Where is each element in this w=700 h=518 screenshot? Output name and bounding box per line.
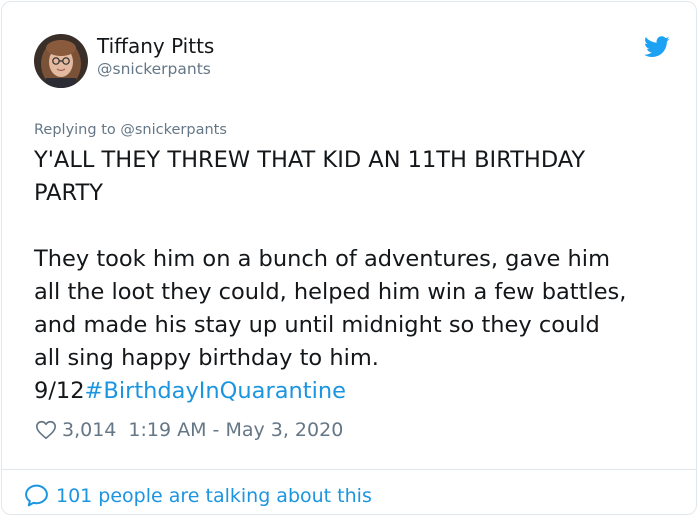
author-name[interactable]: Tiffany Pitts: [97, 34, 214, 58]
author-handle[interactable]: @snickerpants: [97, 60, 211, 78]
tweet-line: Y'ALL THEY THREW THAT KID AN 11TH BIRTHD…: [34, 147, 586, 173]
thread-counter: 9/12: [34, 378, 85, 404]
avatar-image: [34, 34, 88, 88]
tweet-card: Tiffany Pitts @snickerpants Replying to …: [1, 1, 697, 515]
tweet-line-hashtag: 9/12#BirthdayInQuarantine: [34, 375, 684, 408]
tweet-text: Y'ALL THEY THREW THAT KID AN 11TH BIRTHD…: [34, 144, 684, 408]
tweet-line: They took him on a bunch of adventures, …: [34, 246, 610, 272]
tweet-line: all the loot they could, helped him win …: [34, 279, 627, 305]
tweet-line: and made his stay up until midnight so t…: [34, 312, 600, 338]
replying-to-label: Replying to @snickerpants: [34, 122, 227, 138]
divider: [2, 469, 696, 470]
heart-icon[interactable]: [35, 419, 57, 441]
conversation-link[interactable]: 101 people are talking about this: [24, 483, 372, 508]
hashtag-link[interactable]: #BirthdayInQuarantine: [85, 378, 346, 404]
like-count[interactable]: 3,014: [62, 419, 116, 441]
tweet-meta: 3,014 1:19 AM - May 3, 2020: [35, 419, 343, 441]
tweet-line: PARTY: [34, 180, 104, 206]
conversation-label: 101 people are talking about this: [56, 484, 372, 507]
twitter-bird-icon[interactable]: [644, 36, 670, 58]
speech-bubble-icon: [25, 484, 48, 507]
tweet-line: all sing happy birthday to him.: [34, 345, 379, 371]
avatar[interactable]: [34, 34, 88, 88]
timestamp[interactable]: 1:19 AM - May 3, 2020: [128, 419, 343, 441]
